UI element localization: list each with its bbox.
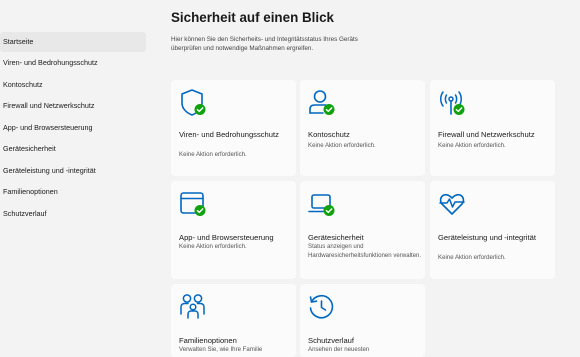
tile-kontoschutz[interactable]: Kontoschutz Keine Aktion erforderlich. [300,80,425,176]
tile-title: Geräteleistung und -integrität [438,233,536,242]
page-description: Hier können Sie den Sicherheits- und Int… [171,36,358,53]
laptop-icon [308,194,335,216]
history-clock-icon [309,295,334,319]
main-content: Sicherheit auf einen Blick Hier können S… [148,0,580,357]
tile-schutzverlauf[interactable]: Schutzverlauf Ansehen der neuesten [300,284,425,357]
sidebar-item-geraetesicherheit[interactable]: Gerätesicherheit [0,139,146,159]
sidebar-item-virenschutz[interactable]: Viren- und Bedrohungsschutz [0,53,146,73]
tile-title: App- und Browsersteuerung [179,233,274,242]
tile-geraeteleistung[interactable]: Geräteleistung und -integrität Keine Akt… [430,181,555,279]
tile-familienoptionen[interactable]: Familienoptionen Verwalten Sie, wie Ihre… [171,284,296,357]
tile-title: Firewall und Netzwerkschutz [438,130,535,139]
tile-status: Keine Aktion erforderlich. [438,254,506,261]
tile-status: Keine Aktion erforderlich. [179,151,247,158]
person-icon [309,90,335,115]
tile-title: Schutzverlauf [308,336,355,345]
sidebar-item-familienoptionen[interactable]: Familienoptionen [0,182,146,202]
heart-pulse-icon [439,193,465,215]
sidebar-item-schutzverlauf[interactable]: Schutzverlauf [0,204,146,224]
tile-title: Kontoschutz [308,130,350,139]
sidebar-item-geraeteleistung[interactable]: Geräteleistung und -integrität [0,161,146,181]
sidebar-item-startseite[interactable]: Startseite [0,32,146,52]
tile-status: Keine Aktion erforderlich. [308,142,376,149]
tile-title: Viren- und Bedrohungsschutz [179,130,279,139]
family-icon [180,294,205,319]
tile-virenschutz[interactable]: Viren- und Bedrohungsschutz Keine Aktion… [171,80,296,176]
sidebar-item-firewall[interactable]: Firewall und Netzwerkschutz [0,96,146,116]
sidebar-item-app-browser[interactable]: App- und Browsersteuerung [0,118,146,138]
wifi-antenna-icon [440,91,465,115]
tile-geraetesicherheit[interactable]: Gerätesicherheit Status anzeigen und Har… [300,181,425,279]
browser-window-icon [180,192,206,216]
tile-status: Keine Aktion erforderlich. [179,243,247,250]
sidebar-item-kontoschutz[interactable]: Kontoschutz [0,75,146,95]
tile-firewall[interactable]: Firewall und Netzwerkschutz Keine Aktion… [430,80,555,176]
tile-app-browser[interactable]: App- und Browsersteuerung Keine Aktion e… [171,181,296,279]
shield-icon [181,89,206,116]
tile-title: Familienoptionen [179,336,237,345]
tile-status: Status anzeigen und Hardwaresicherheitsf… [308,243,422,259]
tile-status: Verwalten Sie, wie Ihre Familie [179,346,263,353]
page-title: Sicherheit auf einen Blick [171,10,334,25]
tile-title: Gerätesicherheit [308,233,364,242]
sidebar-nav: Startseite Viren- und Bedrohungsschutz K… [0,0,148,357]
tile-status: Keine Aktion erforderlich. [438,142,506,149]
tile-status: Ansehen der neuesten [308,346,370,353]
